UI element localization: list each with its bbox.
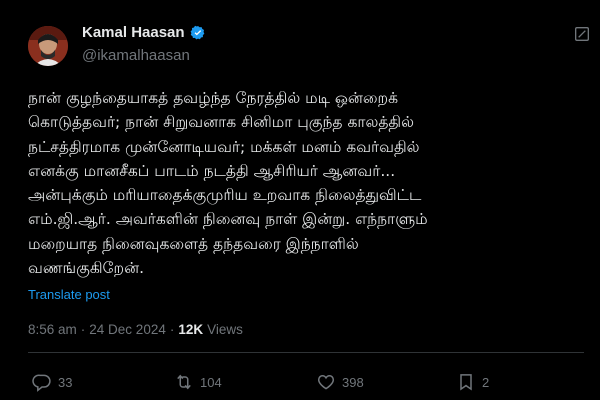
- repost-icon: [177, 374, 191, 390]
- repost-button[interactable]: 104: [174, 372, 222, 392]
- bookmark-button[interactable]: 2: [456, 372, 489, 392]
- like-count: 398: [342, 374, 364, 390]
- tweet-line: எனக்கு மானசீகப் பாடம் நடத்தி ஆசிரியர் ஆன…: [28, 161, 396, 180]
- views-label: Views: [207, 322, 243, 337]
- avatar[interactable]: [28, 26, 68, 66]
- grok-icon[interactable]: [574, 26, 590, 42]
- tweet-line: எம்.ஜி.ஆர். அவர்களின் நினைவு நாள் இன்று.…: [28, 210, 428, 229]
- tweet-meta: 8:56 am · 24 Dec 2024 · 12K Views: [28, 322, 243, 337]
- reply-icon: [32, 374, 51, 392]
- tweet-line: கொடுத்தவர்; நான் சிறுவனாக சினிமா புகுந்த…: [28, 113, 414, 132]
- bookmark-icon: [460, 374, 472, 391]
- verified-badge-icon: [190, 25, 204, 39]
- tweet-line: நட்சத்திரமாக முன்னோடியவர்; மக்கள் மனம் க…: [28, 137, 420, 156]
- tweet-line: நான் குழந்தையாகத் தவழ்ந்த நேரத்தில் மடி …: [28, 89, 398, 107]
- views-count[interactable]: 12K: [178, 322, 203, 337]
- reply-count: 33: [58, 374, 73, 390]
- author-name[interactable]: Kamal Haasan: [82, 24, 185, 41]
- tweet-date[interactable]: 24 Dec 2024: [89, 322, 166, 337]
- meta-separator: ·: [80, 322, 86, 337]
- profile-avatar-image: [28, 26, 68, 66]
- tweet-text: நான் குழந்தையாகத் தவழ்ந்த நேரத்தில் மடி …: [28, 86, 588, 280]
- translate-post-link[interactable]: Translate post: [28, 287, 110, 302]
- heart-icon: [317, 374, 335, 390]
- tweet-line: வணங்குகிறேன்.: [28, 259, 145, 278]
- tweet-line: மறையாத நினைவுகளைத் தந்தவரை இந்நாளில்: [28, 234, 359, 253]
- author-handle[interactable]: @ikamalhaasan: [82, 47, 190, 64]
- repost-count: 104: [200, 374, 222, 390]
- reply-button[interactable]: 33: [32, 372, 72, 392]
- like-button[interactable]: 398: [316, 372, 364, 392]
- meta-separator: ·: [169, 322, 175, 337]
- tweet-line: அன்புக்கும் மரியாதைக்குமுரிய உறவாக நிலைத…: [28, 186, 422, 205]
- bookmark-count: 2: [482, 374, 490, 390]
- tweet-time[interactable]: 8:56 am: [28, 322, 77, 337]
- action-bar: 33 104 398 2: [0, 372, 600, 396]
- divider: [28, 352, 584, 353]
